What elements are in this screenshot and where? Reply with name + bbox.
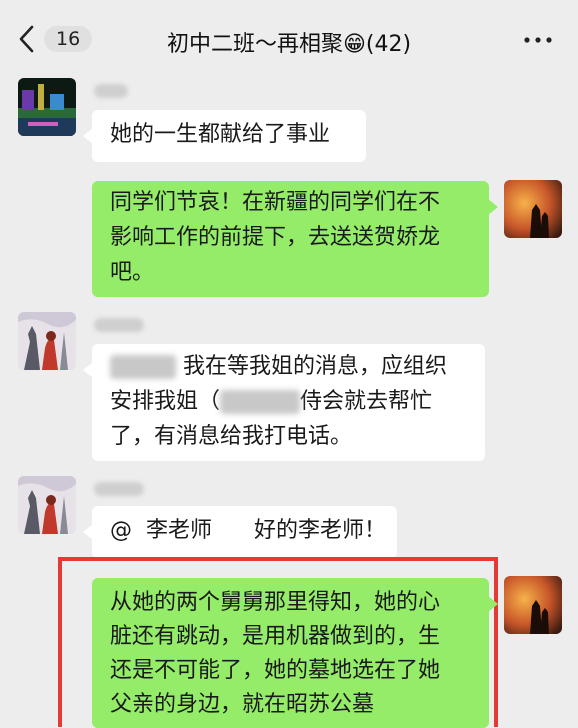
avatar-image (504, 576, 562, 634)
message-text: 她的一生都献给了事业 (110, 122, 331, 147)
self-avatar[interactable] (504, 180, 562, 238)
avatar-image (18, 476, 76, 534)
message-bubble[interactable]: 我在等我姐的消息，应组织 安排我姐（ 侍会就去帮忙 了，有消息给我打电话。 (83, 344, 485, 461)
avatar-image (504, 180, 562, 238)
sender-name-redacted (94, 84, 128, 98)
message-bubble[interactable]: 从她的两个舅舅那里得知，她的心 脏还有跳动，是用机器做到的，生 还是不可能了，她… (92, 578, 498, 728)
mention-name[interactable]: 李老师 (146, 518, 212, 543)
message-bubble[interactable]: 她的一生都献给了事业 (83, 110, 366, 162)
sender-name-redacted (94, 482, 144, 496)
message-line: 吧。 (110, 260, 155, 285)
message-text: 安排我姐（ (110, 389, 221, 414)
chevron-left-icon (19, 25, 34, 53)
message-bubble[interactable]: @ 李老师 好的李老师！ (83, 506, 397, 558)
group-name: 初中二班～再相聚 (166, 32, 343, 57)
sender-avatar[interactable] (18, 476, 76, 534)
unread-badge: 16 (44, 26, 93, 52)
mention-symbol: @ (110, 518, 132, 543)
sender-avatar[interactable] (18, 312, 76, 370)
message-line: 父亲的身边，就在昭苏公墓 (110, 692, 375, 717)
redacted-text (220, 390, 301, 414)
sender-name-redacted (94, 318, 144, 332)
message-line: 同学们节哀！在新疆的同学们在不 (110, 190, 441, 215)
message-line: 还是不可能了，她的墓地选在了她 (110, 658, 441, 683)
message-line: 影响工作的前提下，去送送贺娇龙 (110, 225, 441, 250)
avatar-image (18, 312, 76, 370)
sender-avatar[interactable] (18, 78, 76, 136)
message-bubble[interactable]: 同学们节哀！在新疆的同学们在不 影响工作的前提下，去送送贺娇龙 吧。 (92, 181, 498, 297)
chat-header: 16 初中二班～再相聚😁(42) (0, 0, 578, 78)
grin-emoji: 😁 (342, 32, 366, 57)
message-text: 好的李老师！ (253, 518, 386, 543)
avatar-image (18, 78, 76, 136)
more-button[interactable] (522, 28, 554, 52)
message-line: 脏还有跳动，是用机器做到的，生 (110, 624, 441, 649)
back-button[interactable]: 16 (18, 22, 93, 56)
self-avatar[interactable] (504, 576, 562, 634)
message-text: 侍会就去帮忙 (300, 389, 433, 414)
message-text: 我在等我姐的消息，应组织 (183, 354, 448, 379)
message-text: 了，有消息给我打电话。 (110, 424, 353, 449)
more-dots-icon (524, 37, 552, 43)
member-count: (42) (365, 32, 412, 57)
redacted-text (110, 355, 176, 379)
message-line: 从她的两个舅舅那里得知，她的心 (110, 590, 441, 615)
